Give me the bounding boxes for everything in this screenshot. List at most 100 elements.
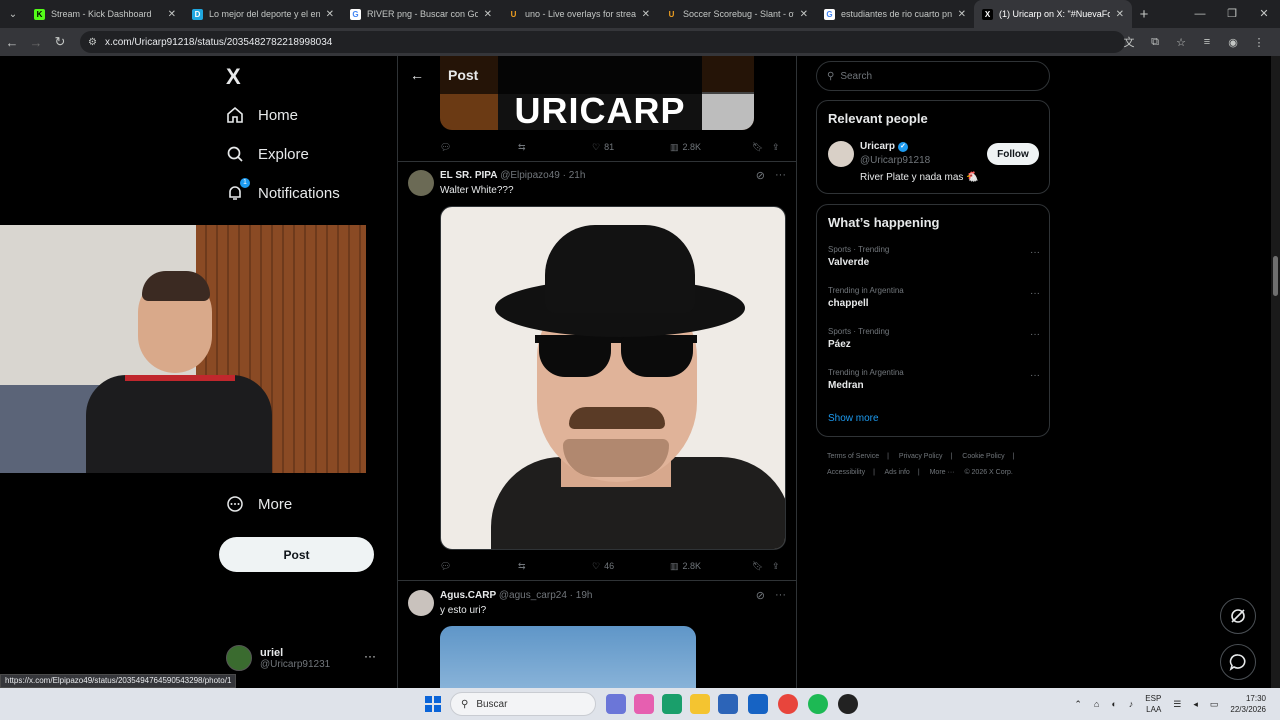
repost-icon[interactable]: ⇆ (518, 142, 592, 153)
close-tab-icon[interactable]: ✕ (168, 9, 176, 20)
privacy-link[interactable]: Privacy Policy (899, 453, 943, 460)
close-tab-icon[interactable]: ✕ (958, 9, 966, 20)
nav-explore[interactable]: Explore (226, 145, 309, 163)
more-link[interactable]: More ··· (930, 469, 955, 476)
show-more-link[interactable]: Show more (828, 413, 879, 424)
language-indicator[interactable]: ESP LAA (1145, 693, 1161, 715)
site-info-icon[interactable]: ⚙ (88, 37, 97, 48)
like-button[interactable]: ♡ 81 (592, 142, 670, 153)
person-handle[interactable]: @Uricarp91218 (860, 155, 930, 166)
reply-photo[interactable] (440, 626, 696, 688)
taskbar-search[interactable]: ⚲ Buscar (450, 692, 596, 716)
browser-tab[interactable]: U uno - Live overlays for streame ✕ (500, 0, 658, 28)
teams-icon[interactable] (606, 694, 626, 714)
author-name[interactable]: EL SR. PIPA (440, 170, 497, 181)
repost-icon[interactable]: ⇆ (518, 561, 592, 572)
new-tab-button[interactable]: + (1132, 6, 1156, 23)
trend-item[interactable]: Sports · Trending Valverde ··· (828, 245, 1040, 268)
install-app-icon[interactable]: ⧉ (1144, 36, 1166, 49)
post-button[interactable]: Post (219, 537, 374, 572)
browser-tab-active[interactable]: X (1) Uricarp on X: "#NuevaFotoD ✕ (974, 0, 1132, 28)
store-icon[interactable] (718, 694, 738, 714)
nav-home[interactable]: Home (226, 106, 298, 124)
obs-icon[interactable] (838, 694, 858, 714)
grok-icon[interactable]: ⊘ (756, 589, 765, 602)
microphone-icon[interactable]: ♪ (1129, 699, 1134, 709)
close-tab-icon[interactable]: ✕ (642, 9, 650, 20)
chevron-up-icon[interactable]: ⌃ (1074, 699, 1082, 710)
wifi-icon[interactable]: ☰ (1173, 699, 1181, 710)
avatar[interactable] (408, 170, 434, 196)
chrome-icon[interactable] (778, 694, 798, 714)
reload-icon[interactable]: ↻ (48, 34, 72, 50)
bookmark-icon[interactable]: 🔖︎ (752, 561, 772, 572)
timestamp[interactable]: · 21h (563, 170, 586, 181)
author-name[interactable]: Agus.CARP (440, 590, 496, 601)
windows-start-icon[interactable] (425, 696, 441, 712)
outlook-icon[interactable] (748, 694, 768, 714)
clock[interactable]: 17:30 22/3/2026 (1230, 693, 1266, 715)
author-handle[interactable]: @Elpipazo49 (500, 170, 560, 181)
more-options-icon[interactable]: ··· (1030, 370, 1040, 381)
nav-notifications[interactable]: 1 Notifications (226, 178, 340, 202)
x-logo[interactable]: X (226, 64, 241, 90)
share-icon[interactable]: ⇪ (772, 561, 786, 572)
file-explorer-icon[interactable] (690, 694, 710, 714)
close-tab-icon[interactable]: ✕ (800, 9, 808, 20)
author-handle[interactable]: @agus_carp24 (499, 590, 567, 601)
menu-icon[interactable]: ⋮ (1248, 36, 1270, 49)
reply-photo[interactable] (440, 206, 786, 550)
ads-info-link[interactable]: Ads info (885, 469, 910, 476)
browser-tab[interactable]: K Stream - Kick Dashboard ✕ (26, 0, 184, 28)
reply-icon[interactable]: 💬︎ (440, 561, 518, 572)
trend-item[interactable]: Trending in Argentina chappell ··· (828, 286, 1040, 309)
maximize-icon[interactable]: ❐ (1216, 0, 1248, 28)
more-options-icon[interactable]: ··· (775, 589, 786, 602)
profile-icon[interactable]: ◉ (1222, 36, 1244, 49)
browser-tab[interactable]: U Soccer Scorebug - Slant - overl ✕ (658, 0, 816, 28)
network-icon[interactable]: ⌂ (1094, 699, 1099, 709)
timestamp[interactable]: · 19h (570, 590, 593, 601)
terms-link[interactable]: Terms of Service (827, 453, 879, 460)
bookmark-star-icon[interactable]: ☆ (1170, 36, 1192, 49)
account-switcher[interactable]: uriel @Uricarp91231 ··· (226, 641, 386, 675)
avatar[interactable] (408, 590, 434, 616)
translate-icon[interactable]: 文 (1118, 34, 1140, 50)
speaker-icon[interactable]: ◂ (1193, 699, 1198, 710)
close-tab-icon[interactable]: ✕ (326, 9, 334, 20)
nav-more[interactable]: More (226, 495, 292, 513)
bookmark-icon[interactable]: 🔖︎ (752, 142, 772, 153)
media-icon[interactable]: ≡ (1196, 36, 1218, 48)
more-options-icon[interactable]: ··· (1030, 329, 1040, 340)
views-button[interactable]: ▥ 2.8K (670, 561, 752, 572)
browser-tab[interactable]: G RIVER png - Buscar con Google ✕ (342, 0, 500, 28)
spotify-icon[interactable] (808, 694, 828, 714)
edge-icon[interactable] (662, 694, 682, 714)
accessibility-link[interactable]: Accessibility (827, 469, 865, 476)
battery-icon[interactable]: ▭ (1210, 699, 1219, 710)
forward-icon[interactable]: → (24, 35, 48, 50)
avatar[interactable] (828, 141, 854, 167)
grok-button[interactable] (1220, 598, 1256, 634)
person-name[interactable]: Uricarp ✓ (860, 141, 909, 152)
reply-icon[interactable]: 💬︎ (440, 142, 518, 153)
page-scrollbar[interactable] (1271, 56, 1280, 688)
minimize-icon[interactable]: — (1184, 0, 1216, 28)
browser-tab[interactable]: D Lo mejor del deporte y el entre ✕ (184, 0, 342, 28)
share-icon[interactable]: ⇪ (772, 142, 786, 153)
back-icon[interactable]: ← (0, 35, 24, 50)
url-field[interactable]: ⚙ x.com/Uricarp91218/status/203548278221… (80, 31, 1125, 53)
grok-icon[interactable]: ⊘ (756, 169, 765, 182)
trend-item[interactable]: Sports · Trending Páez ··· (828, 327, 1040, 350)
copilot-icon[interactable] (634, 694, 654, 714)
views-button[interactable]: ▥ 2.8K (670, 142, 752, 153)
browser-tab[interactable]: G estudiantes de rio cuarto png ✕ (816, 0, 974, 28)
more-options-icon[interactable]: ··· (1030, 247, 1040, 258)
scrollbar-thumb[interactable] (1273, 256, 1278, 296)
trend-item[interactable]: Trending in Argentina Medran ··· (828, 368, 1040, 391)
follow-button[interactable]: Follow (987, 143, 1039, 165)
messages-button[interactable] (1220, 644, 1256, 680)
close-tab-icon[interactable]: ✕ (484, 9, 492, 20)
cookie-link[interactable]: Cookie Policy (962, 453, 1004, 460)
close-tab-icon[interactable]: ✕ (1116, 9, 1124, 20)
